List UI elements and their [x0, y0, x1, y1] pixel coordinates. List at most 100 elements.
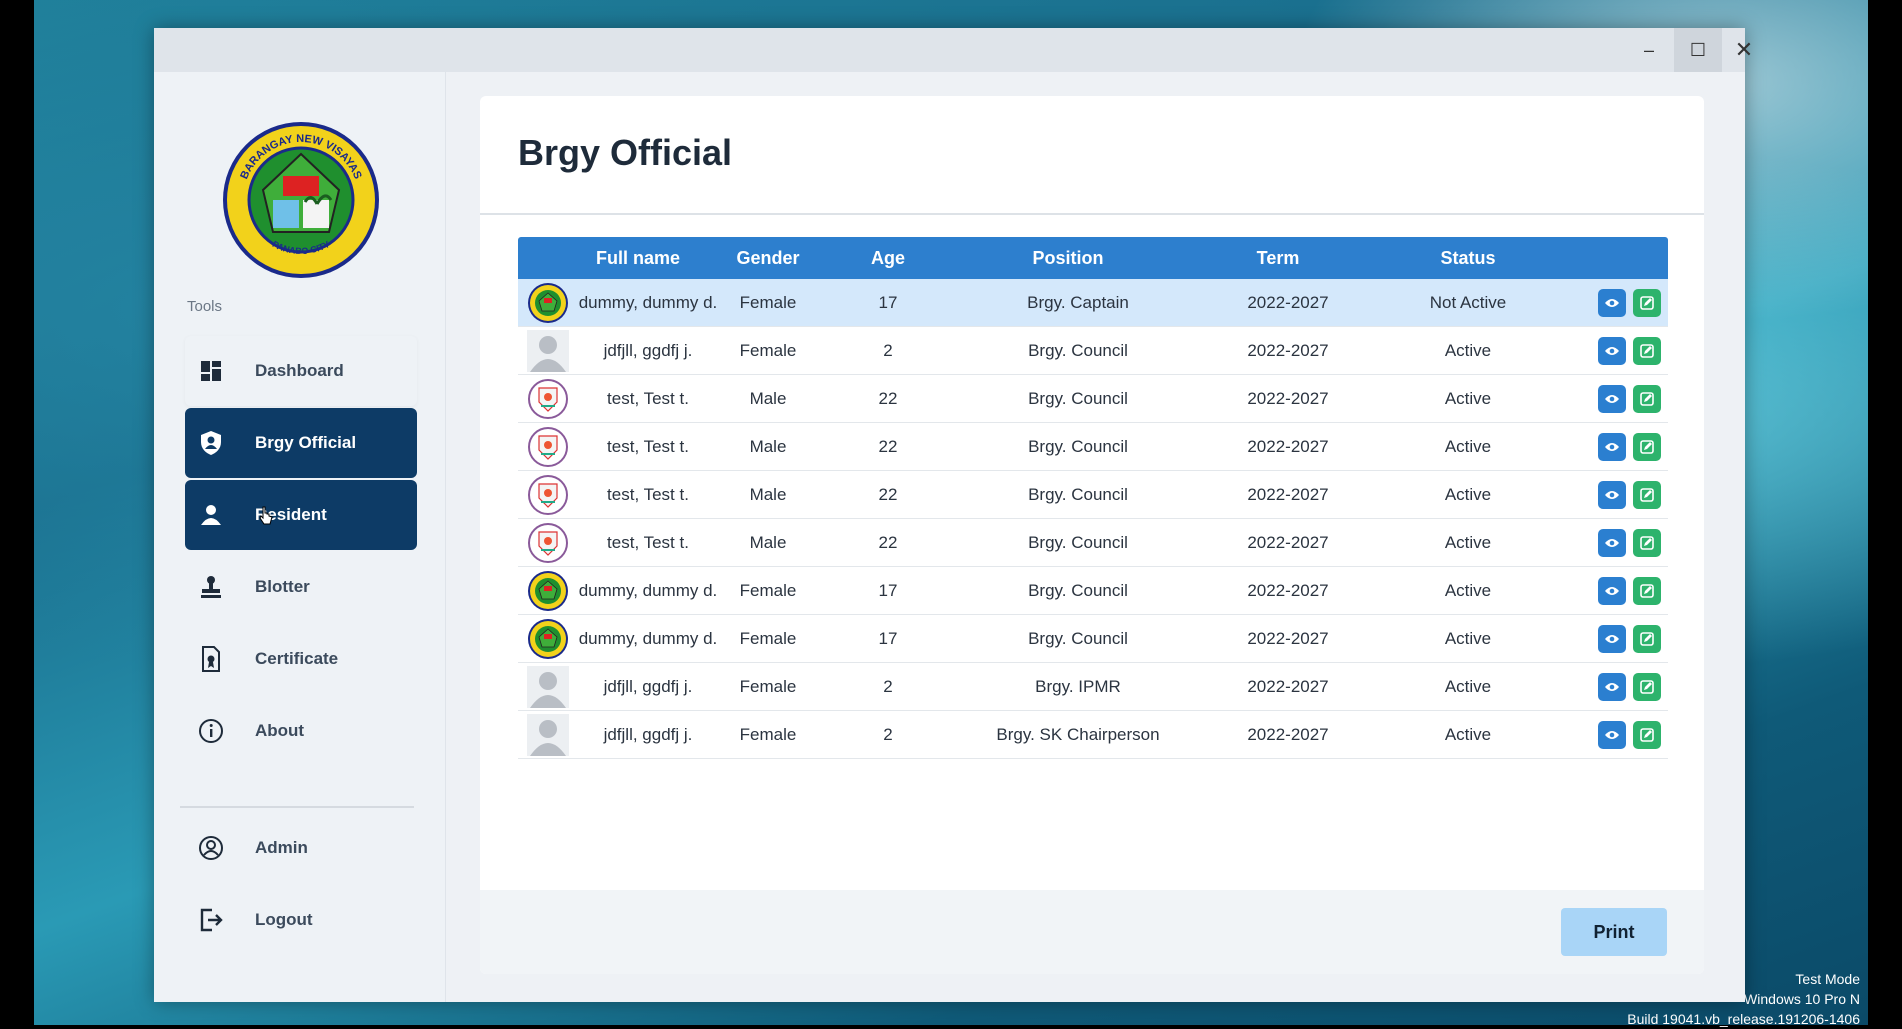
minimize-button[interactable]: –	[1625, 28, 1673, 72]
sidebar-item-brgy-official[interactable]: Brgy Official	[185, 408, 417, 478]
info-icon	[197, 717, 225, 745]
cell-term: 2022-2027	[1247, 677, 1329, 696]
eye-icon	[1605, 299, 1619, 307]
sidebar-item-about[interactable]: About	[185, 696, 417, 766]
cell-position: Brgy. Captain	[1027, 293, 1129, 312]
table-row[interactable]: jdfjll, ggdfj j. Female 2 Brgy. SK Chairper…	[518, 711, 1668, 759]
sidebar-item-dashboard[interactable]: Dashboard	[185, 336, 417, 406]
table-row[interactable]: test, Test t. Male 22 Brgy. Council 2022-202…	[518, 471, 1668, 519]
view-button[interactable]	[1598, 529, 1626, 557]
cell-position: Brgy. Council	[1028, 581, 1128, 600]
close-button[interactable]: ✕	[1724, 28, 1764, 72]
view-button[interactable]	[1598, 385, 1626, 413]
content-footer: Print	[480, 890, 1704, 974]
edit-icon	[1640, 440, 1654, 454]
sidebar-item-blotter[interactable]: Blotter	[185, 552, 417, 622]
page-title: Brgy Official	[518, 132, 733, 173]
column-header-term[interactable]: Term	[1218, 237, 1338, 279]
view-button[interactable]	[1598, 577, 1626, 605]
table-row[interactable]: dummy, dummy d. Female 17 Brgy. Council 2022…	[518, 615, 1668, 663]
view-button[interactable]	[1598, 673, 1626, 701]
edit-button[interactable]	[1633, 625, 1661, 653]
edit-icon	[1640, 728, 1654, 742]
column-header-gender[interactable]: Gender	[728, 237, 808, 279]
main-content: Brgy Official Full name Gender Age Posit…	[480, 96, 1704, 974]
table-row[interactable]: test, Test t. Male 22 Brgy. Council 2022-202…	[518, 519, 1668, 567]
sidebar-item-logout[interactable]: Logout	[185, 885, 417, 955]
cell-age: 22	[878, 485, 898, 504]
view-button[interactable]	[1598, 721, 1626, 749]
edit-icon	[1640, 536, 1654, 550]
cell-position: Brgy. Council	[1028, 629, 1128, 648]
column-header-age[interactable]: Age	[858, 237, 918, 279]
cell-age: 17	[878, 293, 898, 312]
view-button[interactable]	[1598, 481, 1626, 509]
dashboard-icon	[197, 357, 225, 385]
logout-icon	[197, 906, 225, 934]
edit-icon	[1640, 632, 1654, 646]
officials-table: Full name Gender Age Position Term Statu…	[518, 237, 1668, 759]
sidebar-item-certificate[interactable]: Certificate	[185, 624, 417, 694]
table-body: dummy, dummy d. Female 17 Brgy. Captain 2022…	[518, 279, 1668, 759]
view-button[interactable]	[1598, 433, 1626, 461]
cell-gender: Female	[739, 629, 797, 648]
edit-button[interactable]	[1633, 337, 1661, 365]
sidebar-item-admin[interactable]: Admin	[185, 813, 417, 883]
shield-user-icon	[197, 429, 225, 457]
eye-icon	[1605, 395, 1619, 403]
edit-button[interactable]	[1633, 529, 1661, 557]
cell-name: test, Test t.	[607, 533, 689, 552]
cell-name: dummy, dummy d.	[578, 581, 718, 600]
cell-term: 2022-2027	[1247, 389, 1329, 408]
print-button[interactable]: Print	[1561, 908, 1667, 956]
table-row[interactable]: dummy, dummy d. Female 17 Brgy. Council 2022…	[518, 567, 1668, 615]
edit-icon	[1640, 488, 1654, 502]
cell-age: 2	[883, 677, 893, 696]
cell-name: dummy, dummy d.	[578, 629, 718, 648]
edit-button[interactable]	[1633, 289, 1661, 317]
cell-term: 2022-2027	[1247, 437, 1329, 456]
cell-position: Brgy. IPMR	[1035, 677, 1121, 696]
table-row[interactable]: jdfjll, ggdfj j. Female 2 Brgy. IPMR 2022-20…	[518, 663, 1668, 711]
view-button[interactable]	[1598, 289, 1626, 317]
cell-name: jdfjll, ggdfj j.	[603, 341, 693, 360]
cell-gender: Female	[739, 341, 797, 360]
cell-status: Active	[1444, 341, 1492, 360]
sidebar-item-label: Dashboard	[255, 361, 344, 380]
sidebar: BARANGAY NEW VISAYAS PANABO CITY Tools D…	[154, 72, 446, 1002]
table-row[interactable]: test, Test t. Male 22 Brgy. Council 2022-202…	[518, 375, 1668, 423]
sidebar-item-label: Brgy Official	[255, 433, 357, 452]
cell-gender: Female	[739, 581, 797, 600]
view-button[interactable]	[1598, 337, 1626, 365]
view-button[interactable]	[1598, 625, 1626, 653]
table-row[interactable]: test, Test t. Male 22 Brgy. Council 2022-202…	[518, 423, 1668, 471]
edit-button[interactable]	[1633, 721, 1661, 749]
edit-button[interactable]	[1633, 385, 1661, 413]
table-row[interactable]: jdfjll, ggdfj j. Female 2 Brgy. Council 2022…	[518, 327, 1668, 375]
eye-icon	[1605, 731, 1619, 739]
avatar-placeholder-icon	[527, 330, 569, 372]
column-header-full-name[interactable]: Full name	[578, 237, 698, 279]
edit-button[interactable]	[1633, 577, 1661, 605]
watermark-line-3: Build 19041.vb_release.191206-1406	[1627, 1011, 1860, 1027]
column-header-status[interactable]: Status	[1408, 237, 1528, 279]
edit-button[interactable]	[1633, 673, 1661, 701]
column-header-position[interactable]: Position	[998, 237, 1138, 279]
app-window: – ☐ ✕ BARANGAY NEW VISAYAS PANABO CITY T…	[154, 28, 1753, 1002]
cell-name: test, Test t.	[607, 485, 689, 504]
avatar	[527, 426, 569, 468]
tools-label: Tools	[187, 298, 223, 315]
maximize-button[interactable]: ☐	[1674, 28, 1722, 72]
table-row[interactable]: dummy, dummy d. Female 17 Brgy. Captain 2022…	[518, 279, 1668, 327]
avatar-placeholder-icon	[527, 666, 569, 708]
sidebar-item-resident[interactable]: Resident	[185, 480, 417, 550]
table-header: Full name Gender Age Position Term Statu…	[518, 237, 1668, 279]
edit-button[interactable]	[1633, 433, 1661, 461]
mouse-cursor-icon	[259, 506, 273, 525]
cell-term: 2022-2027	[1247, 581, 1329, 600]
stamp-icon	[197, 573, 225, 601]
cell-gender: Female	[739, 725, 797, 744]
edit-button[interactable]	[1633, 481, 1661, 509]
sidebar-item-label: Certificate	[255, 649, 339, 668]
edit-icon	[1640, 680, 1654, 694]
